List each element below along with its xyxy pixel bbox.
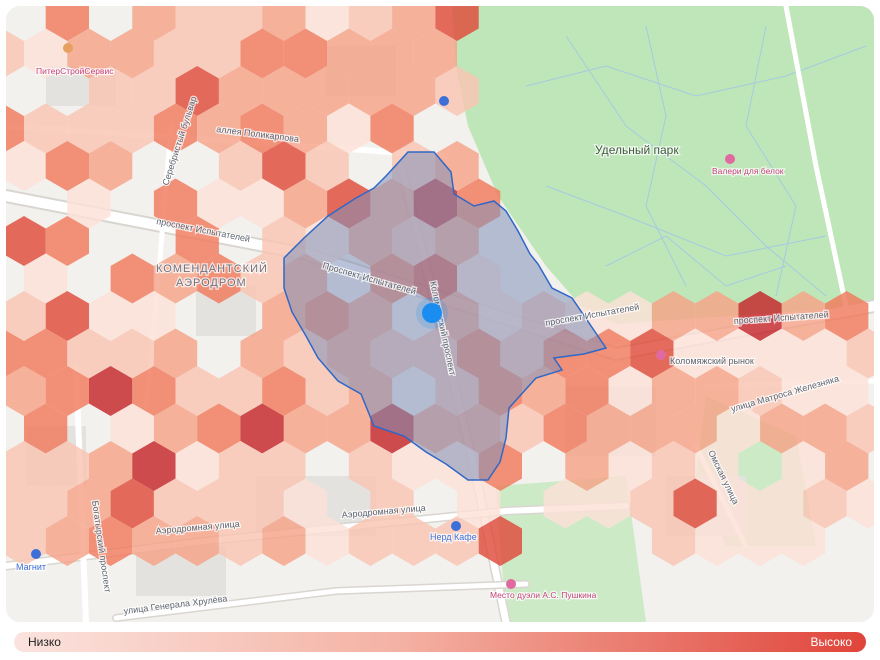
legend-high-label: Высоко (810, 635, 853, 649)
park-name-label: Удельный парк (595, 143, 679, 157)
poi-label-valeri[interactable]: Валери для белок (711, 165, 785, 178)
poi-label-pushkin[interactable]: Место дуэли А.С. Пушкина (489, 589, 598, 602)
user-location-marker[interactable] (422, 303, 442, 323)
poi-label-magnit[interactable]: Магнит (15, 561, 48, 574)
pin-icon (439, 96, 449, 106)
pin-icon (451, 521, 461, 531)
map-viewport[interactable]: Удельный парк КОМЕНДАНТСКИЙ АЭРОДРОМ про… (6, 6, 874, 622)
poi-label-kolomyazhsky-market[interactable]: Коломяжский рынок (669, 355, 755, 368)
pin-icon (656, 350, 666, 360)
pin-icon (63, 43, 73, 53)
pin-icon (725, 154, 735, 164)
legend-low-label: Низко (28, 635, 61, 649)
pin-icon (506, 579, 516, 589)
district-label-line1: КОМЕНДАНТСКИЙ (156, 262, 268, 275)
district-label-line2: АЭРОДРОМ (176, 277, 247, 289)
map-canvas[interactable]: Удельный парк КОМЕНДАНТСКИЙ АЭРОДРОМ про… (6, 6, 874, 622)
heat-legend-bar: Низко Высоко (14, 632, 866, 652)
pin-icon (31, 549, 41, 559)
poi-label-prostroy[interactable]: ПитерСтройСервис (35, 65, 116, 78)
poi-label-nerd-kafe[interactable]: Нерд Кафе (429, 531, 478, 544)
